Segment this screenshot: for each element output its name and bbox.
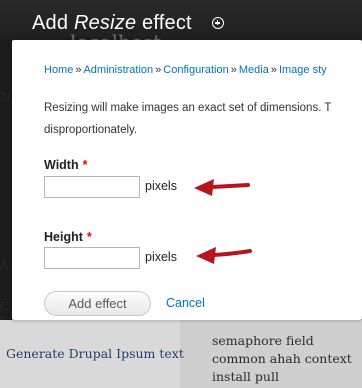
width-label-text: Width (44, 158, 79, 172)
breadcrumb-administration[interactable]: Administration (83, 64, 153, 76)
add-effect-button[interactable]: Add effect (44, 291, 151, 316)
height-suffix: pixels (145, 250, 177, 264)
dialog-title: Add Resize effect (32, 12, 192, 35)
height-label-text: Height (44, 230, 83, 244)
breadcrumb-separator: » (230, 64, 237, 76)
dialog-title-prefix: Add (32, 12, 74, 34)
breadcrumb-separator: » (155, 64, 162, 76)
height-label: Height * (44, 230, 92, 244)
required-marker: * (86, 230, 92, 244)
background-side-letter: A (0, 258, 9, 272)
description-line: disproportionately. (44, 124, 138, 136)
width-label: Width * (44, 158, 87, 172)
dialog-title-emphasis: Resize (73, 12, 137, 34)
breadcrumb-media[interactable]: Media (239, 64, 269, 76)
background-text: semaphore field common ahah context inst… (212, 333, 352, 384)
red-arrow-icon (194, 179, 250, 196)
breadcrumb-configuration[interactable]: Configuration (163, 64, 228, 76)
description: Resizing will make images an exact set o… (44, 97, 362, 141)
add-circle-icon[interactable] (212, 17, 224, 29)
required-marker: * (82, 158, 88, 172)
background-side-letter: N (0, 90, 11, 104)
width-input[interactable] (44, 176, 140, 198)
width-suffix: pixels (145, 179, 177, 193)
description-line: Resizing will make images an exact set o… (44, 102, 332, 114)
breadcrumb: Home» Administration» Configuration» Media»… (44, 64, 327, 76)
background-side-letter: C (0, 300, 10, 314)
dialog-title-suffix: effect (136, 12, 192, 34)
red-arrow-icon (196, 247, 252, 264)
height-input[interactable] (44, 247, 140, 269)
background-link[interactable]: Generate Drupal Ipsum text (6, 345, 186, 362)
cancel-link[interactable]: Cancel (166, 296, 205, 310)
breadcrumb-image-styles[interactable]: Image sty (279, 64, 327, 76)
breadcrumb-separator: » (75, 64, 82, 76)
dialog-body: Home» Administration» Configuration» Media»… (12, 40, 362, 320)
breadcrumb-separator: » (270, 64, 277, 76)
breadcrumb-home[interactable]: Home (44, 64, 73, 76)
